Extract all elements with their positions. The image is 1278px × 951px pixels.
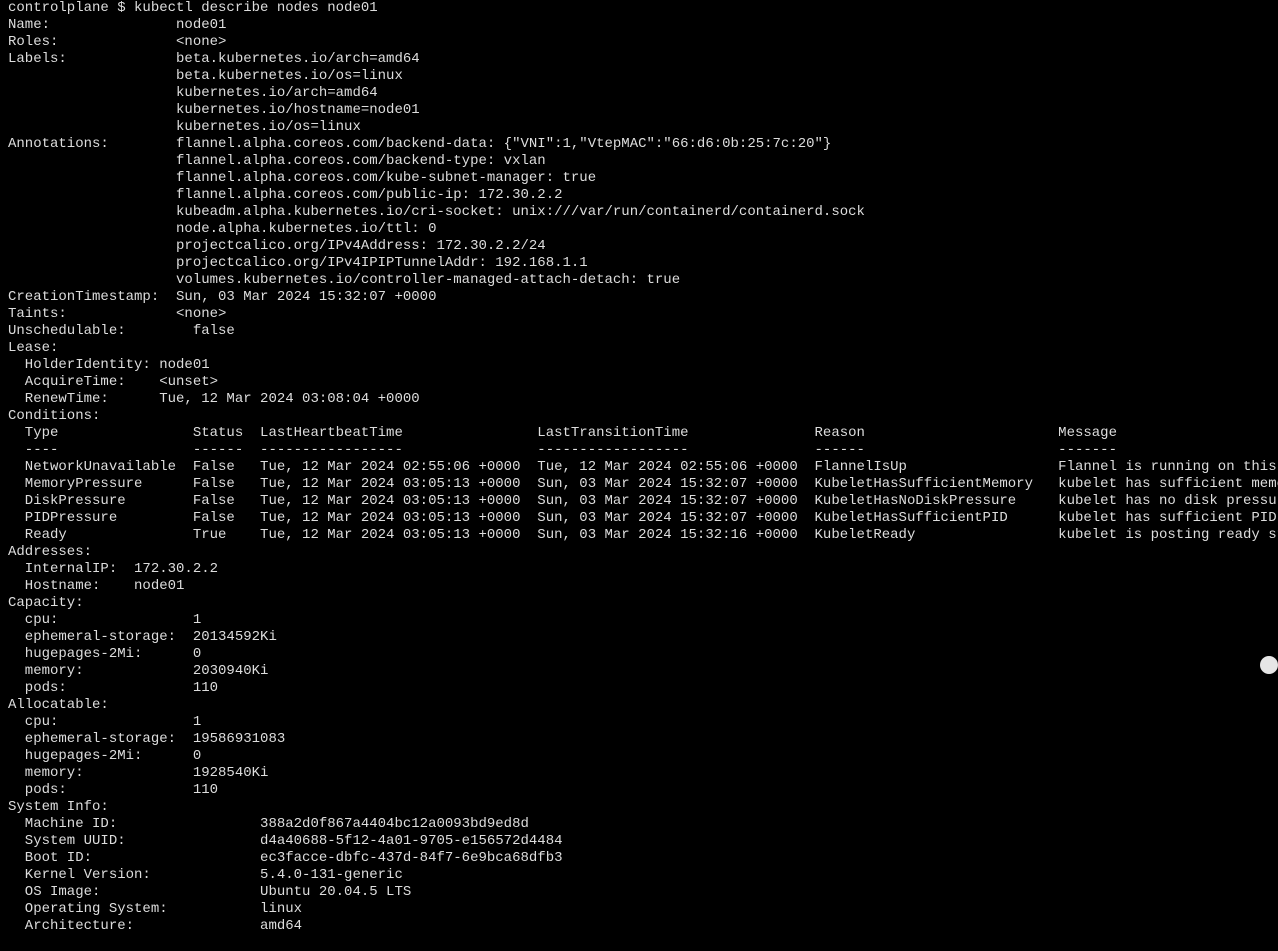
terminal-output[interactable]: controlplane $ kubectl describe nodes no… [8, 0, 1278, 935]
scroll-thumb[interactable] [1260, 656, 1278, 674]
